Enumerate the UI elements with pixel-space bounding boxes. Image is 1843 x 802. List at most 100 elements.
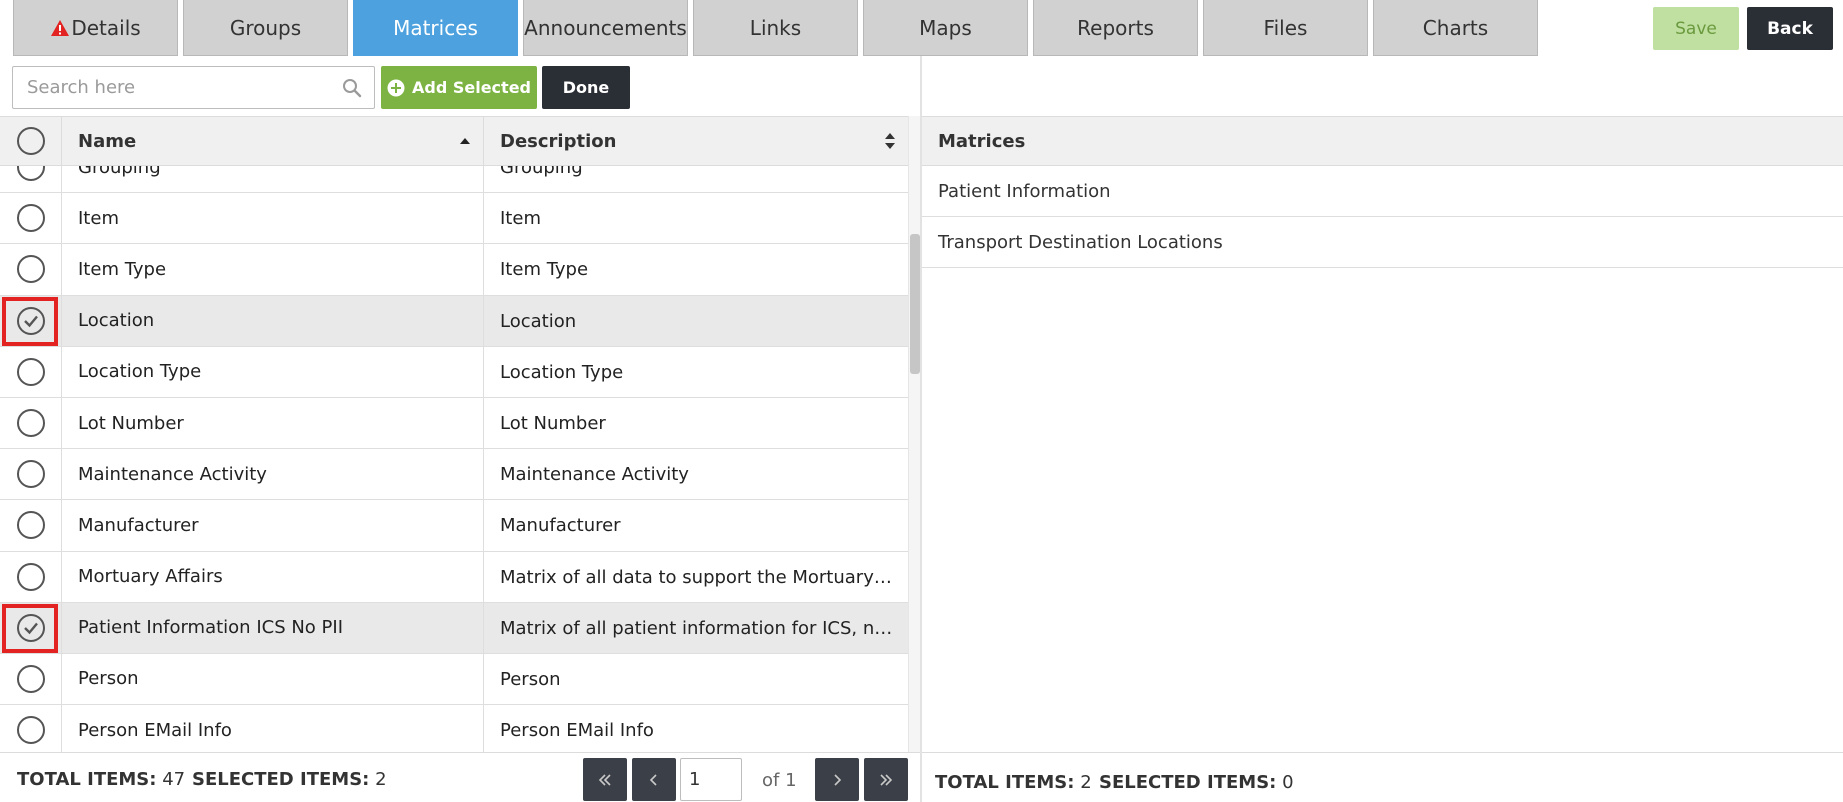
selected-items-stat: SELECTED ITEMS: 2	[192, 769, 387, 790]
select-all-cell	[0, 117, 62, 165]
right-selected-items-value: 0	[1282, 772, 1294, 793]
row-description: Person	[500, 668, 561, 690]
row-name: Maintenance Activity	[62, 449, 484, 500]
tab-announcements[interactable]: Announcements	[523, 0, 688, 56]
tab-label: Maps	[919, 15, 972, 40]
row-select-cell	[0, 244, 62, 295]
list-item[interactable]: Transport Destination Locations	[922, 217, 1843, 268]
last-page-button[interactable]	[864, 758, 908, 801]
scrollbar-thumb[interactable]	[910, 234, 920, 374]
tab-files[interactable]: Files	[1203, 0, 1368, 56]
next-page-button[interactable]	[815, 758, 859, 801]
tab-groups[interactable]: Groups	[183, 0, 348, 56]
list-item[interactable]: Patient Information	[922, 166, 1843, 217]
previous-page-button[interactable]	[632, 758, 676, 801]
row-select-cell	[0, 346, 62, 397]
sort-ascending-icon[interactable]	[459, 132, 471, 150]
search-icon[interactable]	[342, 78, 362, 98]
row-name: Patient Information ICS No PII	[62, 602, 484, 653]
save-button[interactable]: Save	[1653, 7, 1739, 50]
row-select-cell	[0, 602, 62, 653]
row-name: Location	[62, 295, 484, 346]
back-button[interactable]: Back	[1747, 7, 1833, 50]
row-name: Item	[62, 193, 484, 244]
warning-triangle-icon	[51, 19, 70, 36]
row-description: Item Type	[500, 259, 589, 281]
table-header: Name Description	[0, 116, 908, 166]
row-description: Matrix of all data to support the Mortua…	[500, 566, 908, 588]
row-description: Lot Number	[500, 412, 606, 434]
check-icon	[23, 622, 38, 635]
tab-maps[interactable]: Maps	[863, 0, 1028, 56]
tab-label: Details	[71, 15, 141, 40]
right-selected-items-label: SELECTED ITEMS:	[1099, 772, 1277, 793]
table-row[interactable]: Grouping Grouping	[0, 166, 908, 194]
tab-label: Charts	[1422, 15, 1489, 40]
chevron-right-icon	[834, 773, 842, 786]
row-name: Lot Number	[62, 397, 484, 449]
row-select-radio[interactable]	[16, 664, 45, 693]
search-box	[12, 66, 375, 109]
check-icon	[23, 315, 38, 327]
tab-details[interactable]: Details	[13, 0, 178, 56]
row-select-cell	[0, 705, 62, 752]
row-select-radio[interactable]	[16, 409, 45, 438]
column-header-name-label: Name	[78, 130, 137, 152]
table-row[interactable]: Manufacturer Manufacturer	[0, 500, 908, 552]
row-description: Maintenance Activity	[500, 464, 689, 486]
table-row[interactable]: Item Item	[0, 193, 908, 245]
add-selected-label: Add Selected	[411, 78, 531, 97]
tab-label: Reports	[1077, 15, 1154, 40]
right-selected-items-stat: SELECTED ITEMS: 0	[1099, 772, 1294, 793]
row-select-radio[interactable]	[16, 716, 45, 745]
table-row[interactable]: Lot Number Lot Number	[0, 397, 908, 450]
row-select-radio[interactable]	[16, 511, 45, 540]
row-select-radio[interactable]	[16, 166, 45, 182]
column-header-name[interactable]: Name	[62, 117, 484, 165]
row-select-radio[interactable]	[16, 204, 45, 233]
tab-label: Links	[749, 15, 802, 40]
page-count-text: of 1	[762, 770, 797, 791]
table-row[interactable]: Patient Information ICS No PII Matrix of …	[0, 602, 908, 654]
search-input[interactable]	[13, 67, 333, 108]
row-select-radio[interactable]	[16, 562, 45, 591]
row-select-radio[interactable]	[16, 613, 45, 642]
row-select-radio[interactable]	[16, 357, 45, 386]
column-header-description-label: Description	[500, 130, 617, 152]
row-select-cell	[0, 397, 62, 449]
done-button[interactable]: Done	[542, 66, 630, 109]
first-page-button[interactable]	[583, 758, 627, 801]
add-selected-button[interactable]: Add Selected	[381, 66, 537, 109]
page-number-input[interactable]	[680, 758, 742, 801]
row-select-cell	[0, 295, 62, 346]
row-description: Manufacturer	[500, 515, 621, 537]
table-row[interactable]: Mortuary Affairs Matrix of all data to su…	[0, 551, 908, 603]
table-row[interactable]: Person EMail Info Person EMail Info	[0, 705, 908, 752]
row-select-radio[interactable]	[16, 460, 45, 489]
table-rows: Grouping Grouping Item Item Item Type Item Ty…	[0, 166, 908, 752]
tab-links[interactable]: Links	[693, 0, 858, 56]
selected-matrices-list: Patient Information Transport Destination…	[922, 166, 1843, 268]
row-name: Location Type	[62, 346, 484, 397]
column-header-description[interactable]: Description	[484, 117, 908, 165]
tab-label: Matrices	[393, 15, 478, 40]
total-items-value: 47	[162, 769, 186, 790]
select-all-radio[interactable]	[16, 127, 45, 155]
tab-reports[interactable]: Reports	[1033, 0, 1198, 56]
row-name: Grouping	[62, 166, 484, 193]
tab-charts[interactable]: Charts	[1373, 0, 1538, 56]
table-row[interactable]: Location Location	[0, 295, 908, 347]
table-row[interactable]: Person Person	[0, 653, 908, 706]
row-name: Person EMail Info	[62, 705, 484, 752]
table-row[interactable]: Item Type Item Type	[0, 244, 908, 296]
tab-matrices[interactable]: Matrices	[353, 0, 518, 56]
sort-icon[interactable]	[884, 132, 896, 150]
table-row[interactable]: Maintenance Activity Maintenance Activity	[0, 449, 908, 501]
row-select-radio[interactable]	[16, 255, 45, 284]
row-description: Grouping	[500, 166, 583, 178]
row-description: Item	[500, 208, 541, 230]
selected-items-label: SELECTED ITEMS:	[192, 769, 370, 790]
tab-label: Files	[1263, 15, 1308, 40]
table-row[interactable]: Location Type Location Type	[0, 346, 908, 398]
row-select-radio[interactable]	[16, 306, 45, 335]
